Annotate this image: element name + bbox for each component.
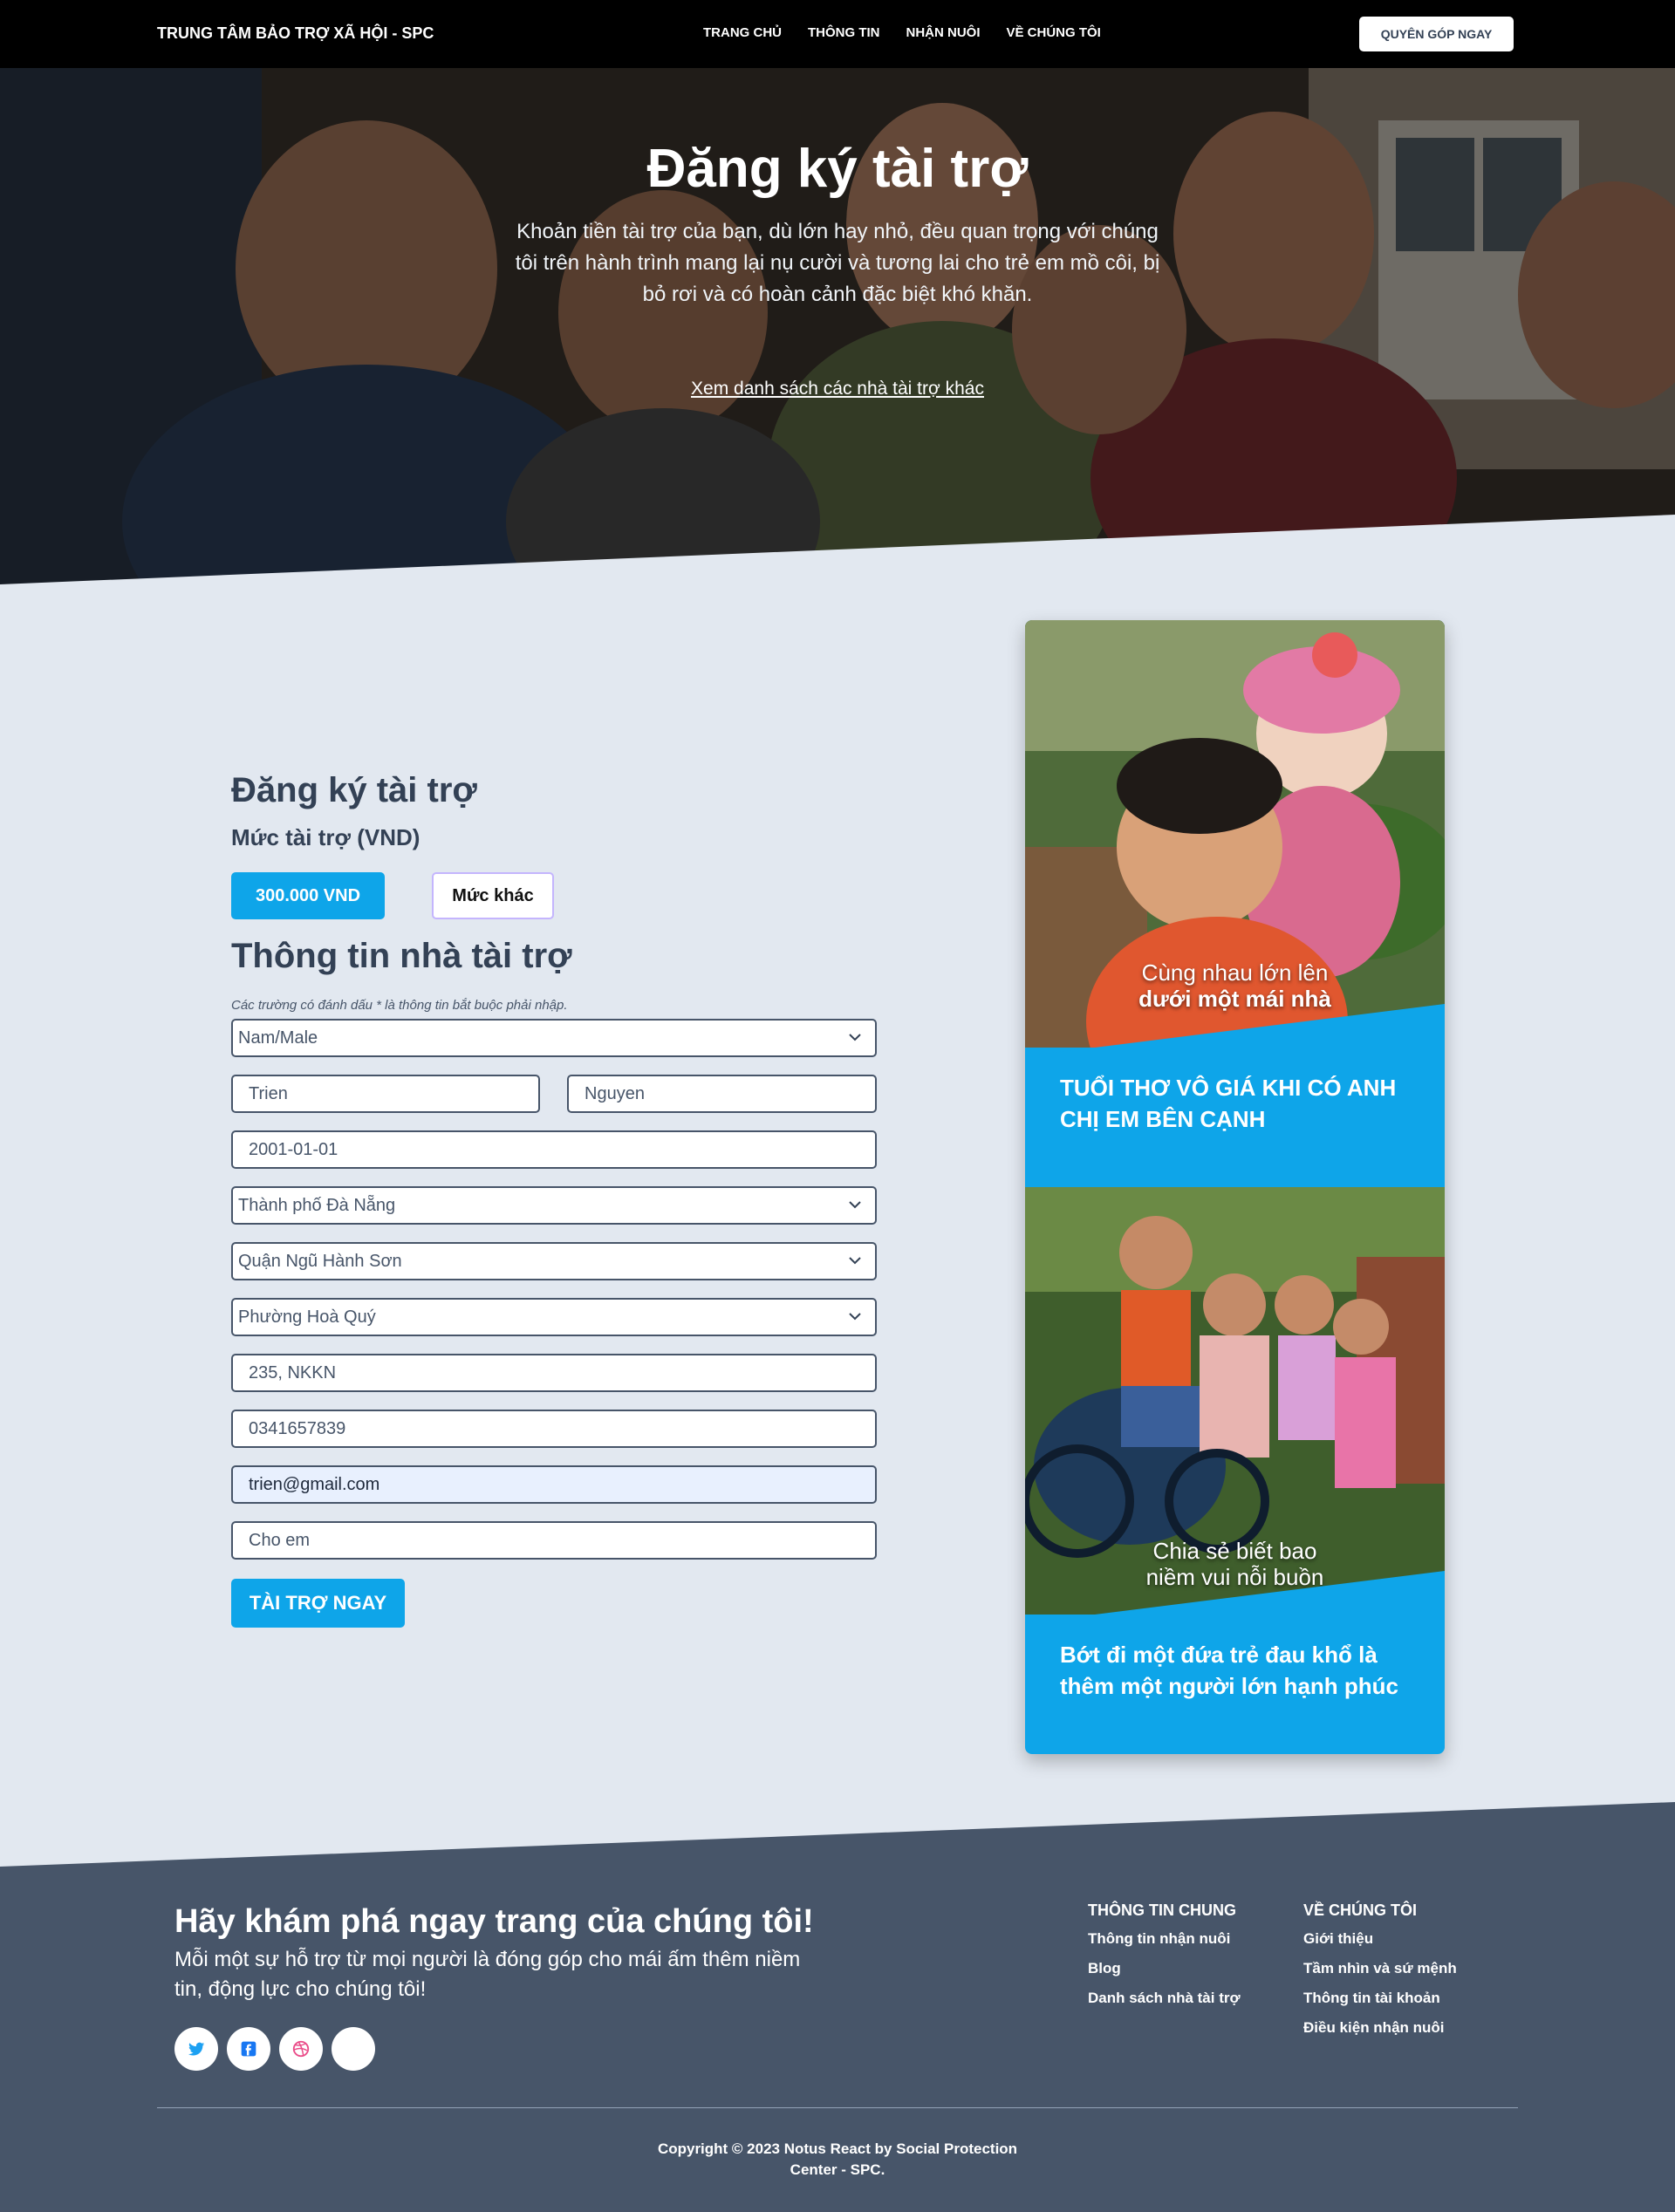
sponsor-info-title: Thông tin nhà tài trợ <box>231 937 572 975</box>
form-title: Đăng ký tài trợ <box>231 771 477 809</box>
amount-other-button[interactable]: Mức khác <box>432 872 554 919</box>
amount-label: Mức tài trợ (VND) <box>231 824 420 850</box>
footer-link-intro[interactable]: Giới thiệu <box>1303 1930 1457 1948</box>
ward-value: Phường Hoà Quý <box>238 1307 376 1327</box>
footer-title: Hãy khám phá ngay trang của chúng tôi! <box>174 1903 814 1940</box>
note-value: Cho em <box>249 1530 311 1550</box>
chevron-down-icon <box>849 1201 861 1209</box>
footer-link-blog[interactable]: Blog <box>1088 1960 1241 1977</box>
ward-select[interactable]: Phường Hoà Quý <box>231 1298 877 1336</box>
city-value: Thành phố Đà Nẵng <box>238 1195 396 1215</box>
caption-2-line-1: Chia sẻ biết bao <box>1152 1538 1317 1564</box>
footer-link-vision[interactable]: Tầm nhìn và sứ mệnh <box>1303 1960 1457 1977</box>
social-links <box>174 2027 375 2071</box>
address-input[interactable]: 235, NKKN <box>231 1354 877 1392</box>
top-navbar: TRUNG TÂM BẢO TRỢ XÃ HỘI - SPC TRANG CHỦ… <box>0 0 1675 68</box>
github-icon <box>346 2042 360 2056</box>
nav-item-info[interactable]: THÔNG TIN <box>808 25 880 40</box>
footer-col-general: THÔNG TIN CHUNG Thông tin nhận nuôi Blog… <box>1088 1901 1241 2019</box>
footer-col-general-head: THÔNG TIN CHUNG <box>1088 1901 1236 1919</box>
hero-section: Đăng ký tài trợ Khoản tiền tài trợ của b… <box>0 68 1675 584</box>
chevron-down-icon <box>849 1257 861 1265</box>
nav-menu: TRANG CHỦ THÔNG TIN NHẬN NUÔI VỀ CHÚNG T… <box>703 25 1101 40</box>
chevron-down-icon <box>849 1313 861 1321</box>
twitter-button[interactable] <box>174 2027 218 2071</box>
dob-value: 2001-01-01 <box>249 1139 338 1159</box>
dribbble-button[interactable] <box>279 2027 323 2071</box>
city-select[interactable]: Thành phố Đà Nẵng <box>231 1186 877 1225</box>
github-button[interactable] <box>332 2027 375 2071</box>
amount-300k-button[interactable]: 300.000 VND <box>231 872 385 919</box>
card-text-2: Bớt đi một đứa trẻ đau khổ là thêm một n… <box>1060 1642 1398 1699</box>
brand-link[interactable]: TRUNG TÂM BẢO TRỢ XÃ HỘI - SPC <box>157 24 434 43</box>
footer-link-account[interactable]: Thông tin tài khoản <box>1303 1990 1457 2007</box>
note-input[interactable]: Cho em <box>231 1521 877 1560</box>
footer-text: Mỗi một sự hỗ trợ từ mọi người là đóng g… <box>174 1948 801 2001</box>
district-value: Quận Ngũ Hành Sơn <box>238 1251 402 1271</box>
facebook-icon <box>241 2041 256 2057</box>
copyright: Copyright © 2023 Notus React by Social P… <box>628 2139 1047 2181</box>
footer-link-sponsor-list[interactable]: Danh sách nhà tài trợ <box>1088 1990 1241 2007</box>
footer: Hãy khám phá ngay trang của chúng tôi! M… <box>0 1802 1675 2212</box>
caption-1-line-1: Cùng nhau lớn lên <box>1141 959 1329 986</box>
phone-value: 0341657839 <box>249 1418 346 1438</box>
sponsor-submit-button[interactable]: TÀI TRỢ NGAY <box>231 1579 405 1628</box>
email-value: trien@gmail.com <box>249 1474 380 1494</box>
required-hint: Các trường có đánh dấu * là thông tin bắ… <box>231 998 568 1013</box>
first-name-value: Trien <box>249 1083 288 1103</box>
nav-item-home[interactable]: TRANG CHỦ <box>703 25 782 40</box>
nav-item-about[interactable]: VỀ CHÚNG TÔI <box>1007 25 1101 40</box>
dob-input[interactable]: 2001-01-01 <box>231 1130 877 1169</box>
dribbble-icon <box>292 2040 310 2058</box>
last-name-input[interactable]: Nguyen <box>567 1075 877 1113</box>
twitter-icon <box>188 2042 205 2056</box>
info-card: Cùng nhau lớn lên dưới một mái nhà TUỔI … <box>1025 620 1445 1754</box>
hero-description: Khoản tiền tài trợ của bạn, dù lớn hay n… <box>515 220 1160 306</box>
gender-select[interactable]: Nam/Male <box>231 1019 877 1057</box>
footer-col-about: VỀ CHÚNG TÔI Giới thiệu Tầm nhìn và sứ m… <box>1303 1901 1457 2049</box>
hero-title: Đăng ký tài trợ <box>646 139 1029 199</box>
footer-link-conditions[interactable]: Điều kiện nhận nuôi <box>1303 2019 1457 2037</box>
donate-now-button[interactable]: QUYÊN GÓP NGAY <box>1359 17 1514 51</box>
footer-col-about-head: VỀ CHÚNG TÔI <box>1303 1901 1418 1919</box>
district-select[interactable]: Quận Ngũ Hành Sơn <box>231 1242 877 1280</box>
card-slant-divider-2 <box>1025 1571 1445 1623</box>
card-text-1: TUỔI THƠ VÔ GIÁ KHI CÓ ANH CHỊ EM BÊN CẠ… <box>1060 1075 1397 1132</box>
copyright-line-2: Center - SPC. <box>790 2161 885 2178</box>
gender-value: Nam/Male <box>238 1027 318 1048</box>
phone-input[interactable]: 0341657839 <box>231 1410 877 1448</box>
first-name-input[interactable]: Trien <box>231 1075 540 1113</box>
email-input[interactable]: trien@gmail.com <box>231 1465 877 1504</box>
hero-slant-divider <box>0 515 1675 584</box>
facebook-button[interactable] <box>227 2027 270 2071</box>
footer-divider <box>157 2107 1518 2108</box>
chevron-down-icon <box>849 1034 861 1041</box>
copyright-line-1: Copyright © 2023 Notus React by Social P… <box>657 2140 1018 2157</box>
address-value: 235, NKKN <box>249 1362 337 1382</box>
card-slant-divider <box>1025 1004 1445 1056</box>
footer-link-adoption-info[interactable]: Thông tin nhận nuôi <box>1088 1930 1241 1948</box>
sponsor-list-link[interactable]: Xem danh sách các nhà tài trợ khác <box>0 379 1675 399</box>
last-name-value: Nguyen <box>585 1083 645 1103</box>
sponsor-form: Đăng ký tài trợ Mức tài trợ (VND) 300.00… <box>231 771 877 1628</box>
nav-item-adopt[interactable]: NHẬN NUÔI <box>906 25 981 40</box>
